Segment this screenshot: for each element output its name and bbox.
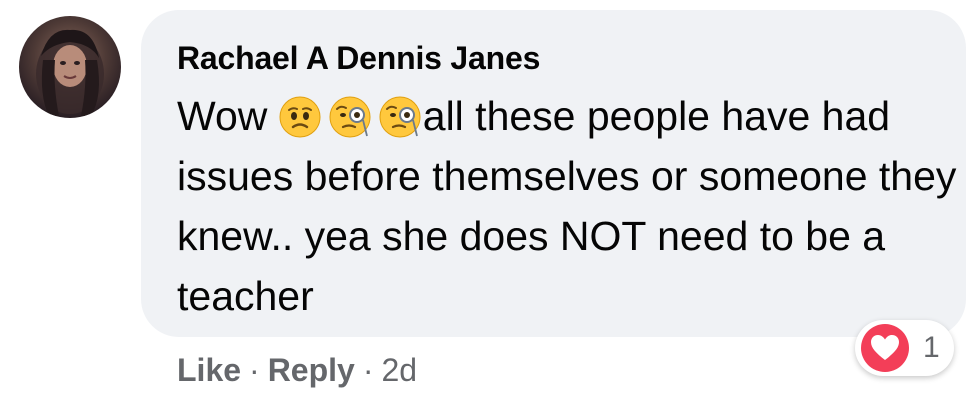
comment-timestamp[interactable]: 2d bbox=[381, 352, 417, 388]
comment-bubble: Rachael A Dennis Janes Wow all these peo… bbox=[141, 10, 966, 337]
separator-dot: · bbox=[362, 352, 374, 388]
profile-photo bbox=[36, 29, 104, 116]
comment-actions: Like · Reply · 2d bbox=[177, 352, 417, 389]
comment-text: Wow all these people have had issues bef… bbox=[177, 86, 957, 326]
anxious-face-emoji bbox=[279, 96, 321, 138]
reaction-count: 1 bbox=[923, 331, 940, 364]
comment-author-name[interactable]: Rachael A Dennis Janes bbox=[177, 40, 540, 77]
face-with-monocle-emoji bbox=[329, 96, 371, 138]
reaction-summary[interactable]: 1 bbox=[855, 320, 954, 376]
face-with-monocle-emoji bbox=[379, 96, 421, 138]
heart-icon bbox=[861, 324, 909, 372]
separator-dot: · bbox=[249, 352, 260, 388]
comment-text-start: Wow bbox=[177, 93, 279, 139]
reply-button[interactable]: Reply bbox=[268, 352, 355, 388]
like-button[interactable]: Like bbox=[177, 352, 241, 388]
avatar[interactable] bbox=[19, 16, 121, 118]
